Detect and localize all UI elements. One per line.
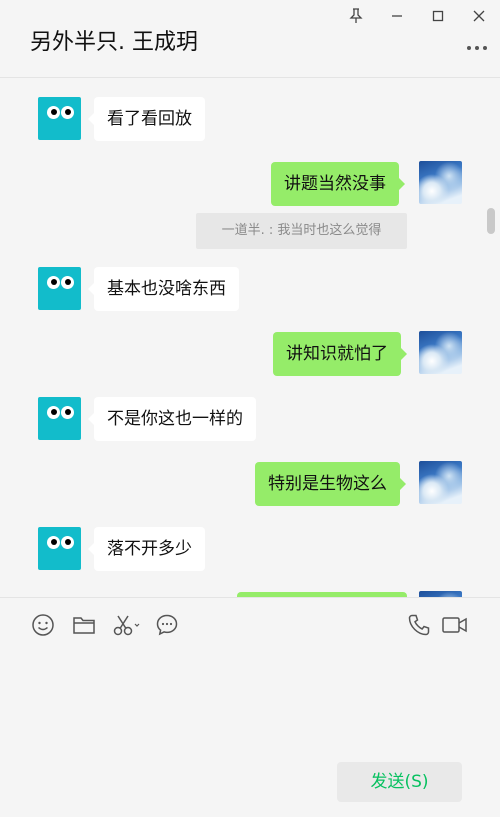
- chat-history-button[interactable]: [154, 612, 180, 638]
- minimize-button[interactable]: [387, 6, 407, 26]
- screenshot-button[interactable]: [112, 612, 142, 638]
- contact-avatar[interactable]: [38, 397, 81, 440]
- pin-icon: [349, 8, 363, 23]
- video-call-button[interactable]: [441, 612, 469, 638]
- message-bubble-left[interactable]: 基本也没啥东西: [88, 267, 239, 311]
- scissors-icon: [113, 615, 140, 636]
- message-input[interactable]: [20, 652, 484, 751]
- pin-button[interactable]: [346, 6, 366, 26]
- message-bubble-left[interactable]: 不是你这也一样的: [88, 397, 256, 441]
- message-bubble-right[interactable]: 讲知识就怕了: [273, 332, 407, 376]
- self-avatar[interactable]: [419, 331, 462, 374]
- message-bubble-right[interactable]: 讲题当然没事: [271, 162, 405, 206]
- folder-icon: [73, 617, 95, 634]
- send-button[interactable]: 发送(S): [337, 762, 462, 802]
- phone-icon: [408, 614, 430, 636]
- contact-avatar[interactable]: [38, 267, 81, 310]
- more-button[interactable]: [466, 38, 488, 54]
- maximize-button[interactable]: [428, 6, 448, 26]
- more-dots-icon: [467, 46, 487, 50]
- message-bubble-left[interactable]: 落不开多少: [88, 527, 205, 571]
- emoji-icon: [32, 614, 54, 636]
- chat-bubble-icon: [156, 614, 178, 636]
- message-bubble-left[interactable]: 看了看回放: [88, 97, 205, 141]
- close-icon: [473, 10, 485, 22]
- title-bar: 另外半只. 王成玥: [0, 0, 500, 78]
- video-icon: [442, 617, 467, 633]
- scrollbar[interactable]: [487, 208, 495, 234]
- toolbar-divider: [0, 597, 500, 598]
- close-button[interactable]: [469, 6, 489, 26]
- self-avatar[interactable]: [419, 161, 462, 204]
- file-button[interactable]: [71, 612, 97, 638]
- self-avatar[interactable]: [419, 461, 462, 504]
- message-bubble-right[interactable]: 特别是生物这么: [255, 462, 406, 506]
- message-list[interactable]: 看了看回放 讲题当然没事 一道半. : 我当时也这么觉得 基本也没啥东西 讲知识…: [0, 78, 500, 597]
- voice-call-button[interactable]: [406, 612, 432, 638]
- minimize-icon: [392, 15, 402, 17]
- emoji-button[interactable]: [30, 612, 56, 638]
- quoted-message[interactable]: 一道半. : 我当时也这么觉得: [196, 213, 407, 249]
- chat-title: 另外半只. 王成玥: [30, 30, 198, 55]
- maximize-icon: [432, 10, 444, 22]
- contact-avatar[interactable]: [38, 527, 81, 570]
- contact-avatar[interactable]: [38, 97, 81, 140]
